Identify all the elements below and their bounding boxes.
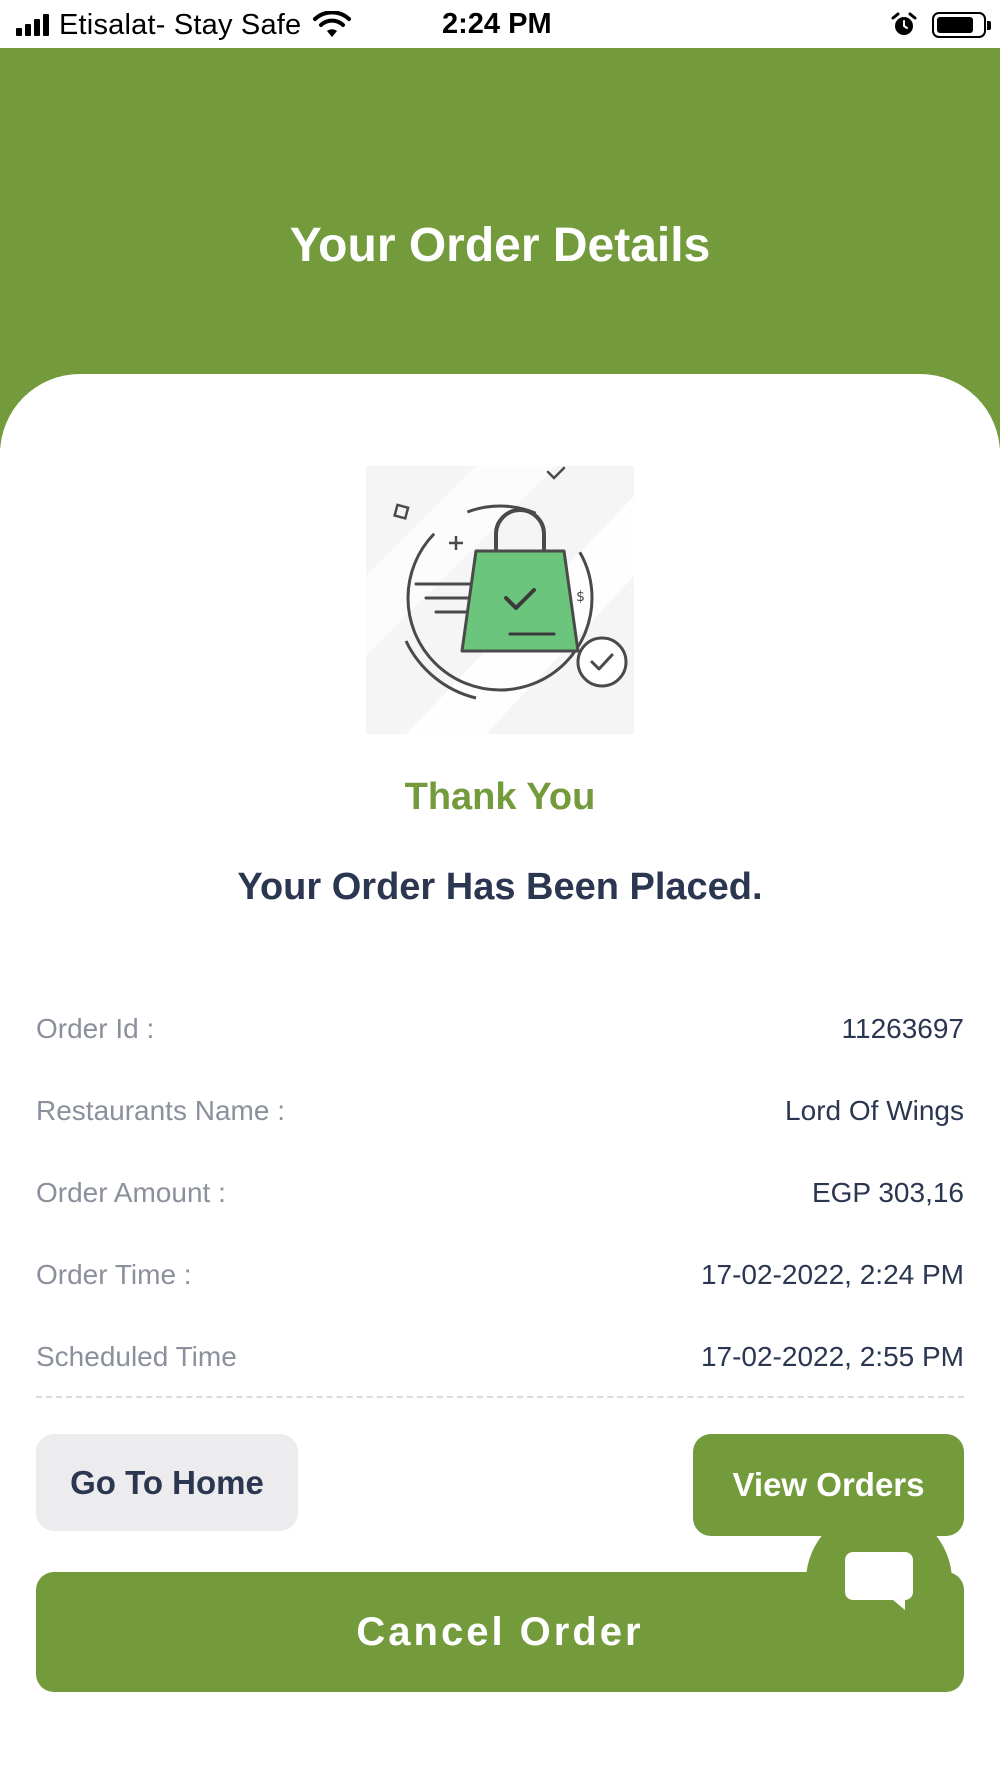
detail-row-scheduled-time: Scheduled Time 17-02-2022, 2:55 PM — [36, 1316, 964, 1398]
page-title: Your Order Details — [289, 219, 711, 272]
detail-value: EGP 303,16 — [811, 1177, 964, 1208]
status-right — [890, 10, 991, 40]
view-orders-button[interactable]: View Orders — [693, 1434, 964, 1536]
detail-value: 17-02-2022, 2:55 PM — [700, 1341, 964, 1372]
go-to-home-button[interactable]: Go To Home — [36, 1434, 298, 1531]
carrier-name: Etisalat- Stay Safe — [59, 8, 302, 41]
wifi-icon — [313, 11, 352, 37]
order-placed-message: Your Order Has Been Placed. — [237, 866, 763, 908]
detail-label: Order Id : — [36, 1013, 155, 1044]
detail-label: Order Amount : — [36, 1177, 226, 1208]
detail-row-restaurant: Restaurants Name : Lord Of Wings — [36, 1070, 964, 1152]
status-time: 2:24 PM — [442, 8, 552, 40]
thank-you-heading: Thank You — [404, 776, 596, 818]
shopping-bag-check-icon: $ — [366, 466, 634, 734]
detail-value: Lord Of Wings — [785, 1095, 964, 1126]
detail-label: Restaurants Name : — [36, 1095, 285, 1126]
order-details-screen: Etisalat- Stay Safe 2:24 PM Your Order D… — [0, 0, 1000, 1778]
detail-label: Order Time : — [36, 1259, 192, 1290]
signal-icon — [16, 14, 49, 36]
battery-icon — [932, 12, 991, 38]
status-left: Etisalat- Stay Safe — [16, 8, 352, 42]
detail-row-order-time: Order Time : 17-02-2022, 2:24 PM — [36, 1234, 964, 1316]
status-bar: Etisalat- Stay Safe 2:24 PM — [0, 0, 1000, 48]
detail-row-amount: Order Amount : EGP 303,16 — [36, 1152, 964, 1234]
svg-text:$: $ — [576, 589, 585, 605]
detail-label: Scheduled Time — [36, 1341, 237, 1372]
detail-row-order-id: Order Id : 11263697 — [36, 988, 964, 1070]
detail-value: 11263697 — [841, 1013, 965, 1044]
detail-value: 17-02-2022, 2:24 PM — [700, 1259, 964, 1290]
order-details-list: Order Id : 11263697 Restaurants Name : L… — [36, 988, 964, 1398]
dashed-divider — [36, 1396, 964, 1398]
alarm-icon — [891, 12, 917, 35]
chat-bubble-icon — [845, 1552, 913, 1610]
